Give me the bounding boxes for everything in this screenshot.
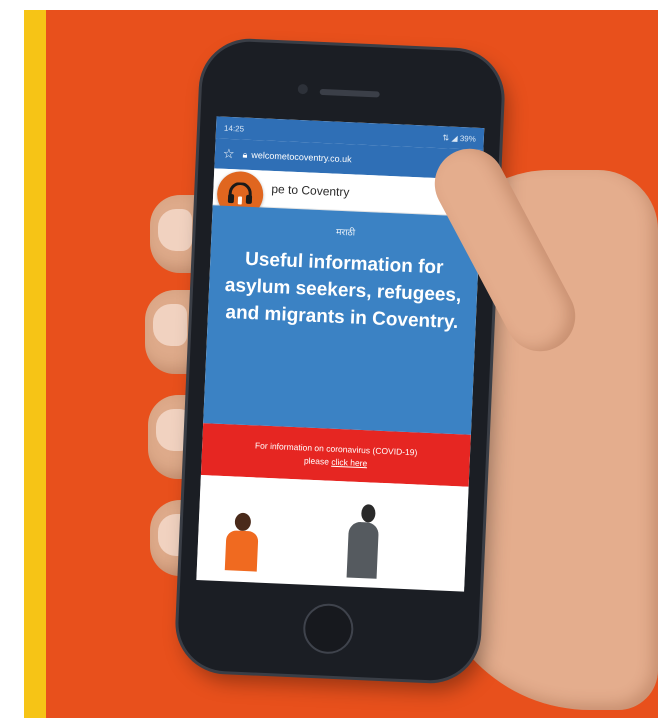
home-button[interactable]	[302, 602, 355, 655]
status-indicators: ⇅ ◢ 39%	[442, 132, 477, 144]
front-camera	[297, 83, 309, 95]
fingernail	[156, 409, 190, 451]
address-field[interactable]: 🔒︎ welcometocoventry.co.uk	[242, 149, 437, 168]
yellow-accent-bar	[24, 10, 46, 718]
person-head	[360, 504, 376, 523]
person-body	[224, 530, 259, 572]
headphones-icon	[227, 182, 253, 205]
person-body	[346, 521, 379, 579]
star-icon[interactable]: ☆	[223, 146, 235, 162]
url-text: welcometocoventry.co.uk	[251, 149, 352, 165]
person-head	[234, 512, 252, 532]
notice-prefix: please	[303, 455, 330, 467]
fingernail	[158, 209, 192, 251]
fingernail	[153, 304, 187, 346]
language-label[interactable]: मराठी	[211, 219, 479, 244]
smartphone: 14:25 ⇅ ◢ 39% ☆ 🔒︎ welcometocoventry.co.…	[176, 39, 504, 683]
earpiece	[319, 88, 380, 98]
status-time: 14:25	[223, 123, 245, 134]
hero-heading: Useful information for asylum seekers, r…	[224, 248, 462, 334]
people-illustration	[196, 475, 469, 587]
site-title[interactable]: pe to Coventry	[271, 182, 350, 199]
hero-banner: मराठी Useful information for asylum seek…	[203, 205, 481, 435]
click-here-link[interactable]: click here	[331, 456, 367, 468]
lock-icon: 🔒︎	[242, 149, 248, 160]
